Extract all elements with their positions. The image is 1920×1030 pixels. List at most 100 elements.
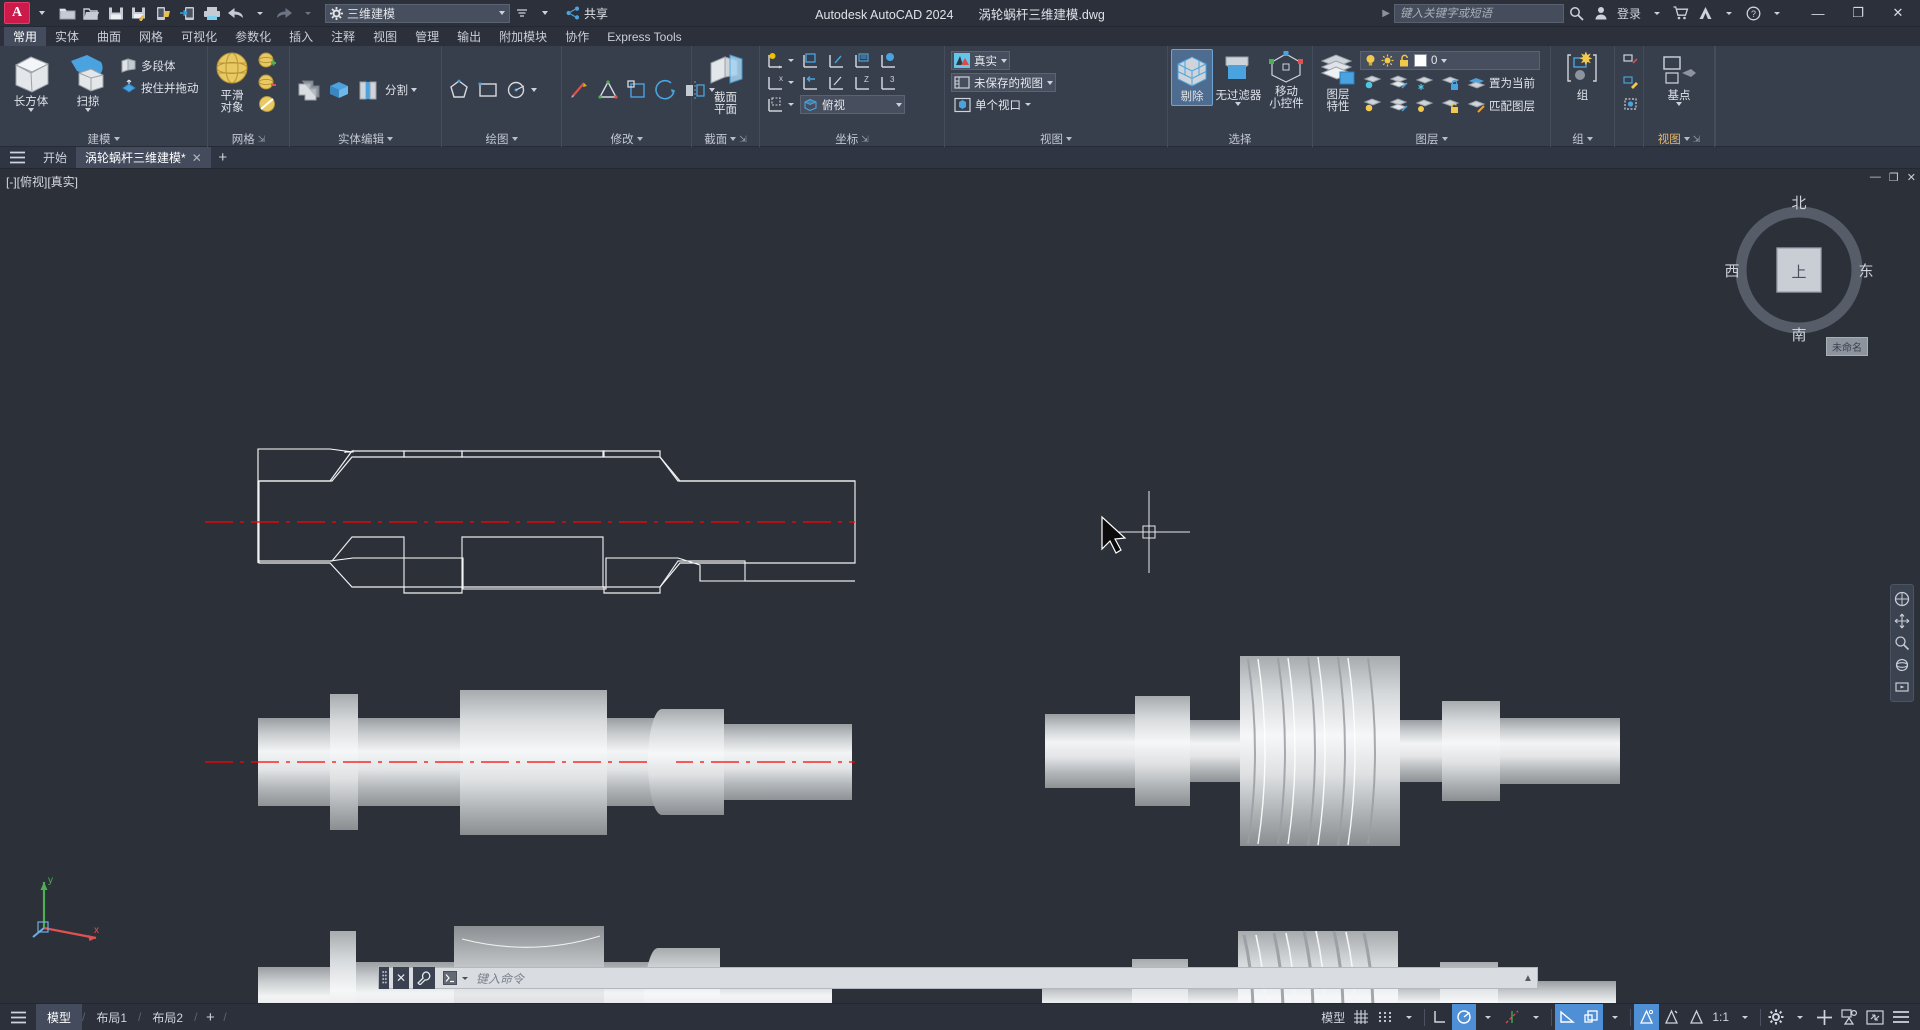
gear-icon[interactable] xyxy=(1764,1004,1788,1030)
workspace-switcher[interactable]: 三维建模 xyxy=(325,3,510,23)
viewport-config-combo[interactable]: 单个视口 xyxy=(951,95,1034,114)
base-view-button[interactable]: 基点 xyxy=(1653,49,1705,108)
ucs-previous-button[interactable] xyxy=(798,72,823,93)
ribbon-tab-output[interactable]: 输出 xyxy=(448,27,490,46)
share-button[interactable]: 共享 xyxy=(566,5,608,22)
group-button[interactable]: 组 xyxy=(1560,49,1606,104)
model-space-toggle[interactable]: 模型 xyxy=(1317,1004,1349,1030)
plot-icon[interactable] xyxy=(200,2,223,25)
layer-match-button[interactable]: 匹配图层 xyxy=(1464,95,1538,116)
snap-dropdown-icon[interactable] xyxy=(1397,1004,1421,1030)
new-layout-button[interactable]: + xyxy=(197,1009,223,1026)
annotation-scale[interactable]: 1:1 xyxy=(1708,1004,1733,1030)
navigation-bar[interactable] xyxy=(1890,584,1914,702)
ucs-manage-button[interactable] xyxy=(763,94,797,115)
open-from-web-icon[interactable] xyxy=(152,2,175,25)
user-account-icon[interactable] xyxy=(1590,2,1612,24)
ucs-rotate-x-button[interactable]: x xyxy=(763,72,797,93)
base-view-dropdown[interactable] xyxy=(1676,102,1682,106)
view-cube[interactable]: 北 南 东 西 上 xyxy=(1724,195,1873,344)
panel-title-coordinates[interactable]: 坐标 ⇲ xyxy=(760,131,944,147)
ribbon-tab-home[interactable]: 常用 xyxy=(4,27,47,46)
autodesk-dropdown[interactable] xyxy=(1718,2,1740,24)
plus-icon[interactable] xyxy=(1812,1004,1837,1030)
snap-icon[interactable] xyxy=(1373,1004,1397,1030)
command-input[interactable]: 键入命令 xyxy=(472,970,1515,987)
osnap-dropdown-icon[interactable] xyxy=(1524,1004,1548,1030)
ucs-named-button[interactable] xyxy=(850,50,875,71)
current-layer-combo[interactable]: 0 xyxy=(1360,51,1540,70)
smooth-object-button[interactable]: 平滑 对象 xyxy=(211,49,253,116)
ribbon-tab-parametric[interactable]: 参数化 xyxy=(226,27,280,46)
ribbon-tab-collaborate[interactable]: 协作 xyxy=(556,27,598,46)
panel-title-selection[interactable]: 选择 xyxy=(1168,131,1312,147)
layer-off-button[interactable] xyxy=(1360,95,1385,116)
panel-title-modeling[interactable]: 建模 xyxy=(0,131,207,147)
ribbon-tab-annotate[interactable]: 注释 xyxy=(322,27,364,46)
layer-unlock-button[interactable] xyxy=(1438,95,1463,116)
ucs-z-axis-button[interactable]: Z xyxy=(850,72,875,93)
layout-tab-layout1[interactable]: 布局1 xyxy=(85,1004,138,1030)
annotation-scale-dropdown-icon[interactable] xyxy=(1733,1004,1757,1030)
ungroup-button[interactable] xyxy=(1618,49,1642,70)
orbit-icon[interactable] xyxy=(1891,654,1913,676)
layout-menu-icon[interactable] xyxy=(0,1004,36,1030)
polar-dropdown-icon[interactable] xyxy=(1476,1004,1500,1030)
box-dropdown-caret[interactable] xyxy=(28,108,34,112)
panel-title-solid-edit[interactable]: 实体编辑 xyxy=(290,131,441,147)
maximize-button[interactable]: ❐ xyxy=(1838,0,1878,27)
union-button[interactable] xyxy=(293,80,323,101)
rectangle-button[interactable] xyxy=(474,80,502,101)
undo-dropdown[interactable] xyxy=(248,2,271,25)
osnap-icon[interactable] xyxy=(1500,1004,1524,1030)
autodesk-app-icon[interactable] xyxy=(1694,2,1716,24)
panel-title-section[interactable]: 截面 ⇲ xyxy=(692,131,759,147)
smooth-more-button[interactable] xyxy=(254,49,280,70)
ucs-3point-button[interactable]: 3 xyxy=(876,72,901,93)
new-tab-button[interactable]: + xyxy=(211,147,235,168)
no-filter-dropdown[interactable] xyxy=(1235,102,1242,106)
refine-mesh-button[interactable] xyxy=(254,93,280,114)
undo-icon[interactable] xyxy=(224,2,247,25)
ucs-rotate-x-dropdown[interactable] xyxy=(788,81,794,84)
file-tab-start[interactable]: 开始 xyxy=(34,147,76,168)
layer-set-current-button[interactable]: 置为当前 xyxy=(1464,72,1538,93)
no-filter-button[interactable]: 无过滤器 xyxy=(1214,49,1263,108)
view-preset-combo[interactable]: 俯视 xyxy=(800,95,905,114)
ucs-view-button[interactable] xyxy=(876,50,901,71)
scale-3d-button[interactable] xyxy=(623,80,651,101)
account-dropdown[interactable] xyxy=(1646,2,1668,24)
ribbon-tab-visualize[interactable]: 可视化 xyxy=(172,27,226,46)
save-as-icon[interactable] xyxy=(128,2,151,25)
store-cart-icon[interactable] xyxy=(1670,2,1692,24)
new-file-icon[interactable] xyxy=(56,2,79,25)
qat-more-dropdown[interactable] xyxy=(510,2,533,25)
ribbon-tab-mesh[interactable]: 网格 xyxy=(130,27,172,46)
slice-dropdown-caret[interactable] xyxy=(411,88,417,92)
box-button[interactable]: 长方体 xyxy=(3,49,59,114)
full-navigation-wheel-icon[interactable] xyxy=(1891,588,1913,610)
ribbon-tab-surface[interactable]: 曲面 xyxy=(88,27,130,46)
file-tab-drawing[interactable]: 涡轮蜗杆三维建模* ✕ xyxy=(76,147,211,168)
selection-dropdown-icon[interactable] xyxy=(1603,1004,1627,1030)
redo-icon[interactable] xyxy=(272,2,295,25)
layer-thaw-button[interactable] xyxy=(1412,95,1437,116)
customize-icon[interactable] xyxy=(413,967,435,989)
sign-in-button[interactable]: 登录 xyxy=(1614,5,1644,22)
command-line-grip[interactable] xyxy=(379,967,389,989)
search-input[interactable]: 键入关键字或短语 xyxy=(1393,3,1564,23)
layer-isolate-button[interactable] xyxy=(1360,72,1385,93)
ribbon-tab-insert[interactable]: 插入 xyxy=(280,27,322,46)
layer-properties-button[interactable]: 图层 特性 xyxy=(1317,50,1359,115)
panel-title-group[interactable]: 组 xyxy=(1551,131,1614,147)
share-panel-toggle[interactable] xyxy=(533,2,556,25)
smooth-less-button[interactable] xyxy=(254,71,280,92)
ucs-world-button[interactable] xyxy=(763,50,797,71)
ucs-world-dropdown[interactable] xyxy=(788,59,794,62)
subtract-button[interactable] xyxy=(324,80,354,101)
transparency-icon[interactable] xyxy=(1684,1004,1708,1030)
grid-icon[interactable] xyxy=(1349,1004,1373,1030)
help-dropdown[interactable] xyxy=(1766,2,1788,24)
layer-freeze-button[interactable] xyxy=(1412,72,1437,93)
ribbon-tab-solid[interactable]: 实体 xyxy=(46,27,88,46)
